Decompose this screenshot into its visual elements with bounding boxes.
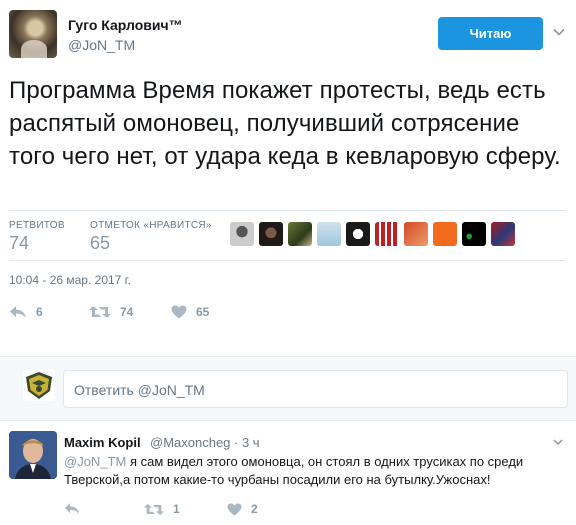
retweet-icon [89, 305, 111, 319]
liker-avatar[interactable] [230, 222, 254, 246]
chevron-down-icon[interactable] [552, 25, 566, 39]
retweet-icon [144, 503, 164, 516]
author-handle[interactable]: @JoN_TM [68, 37, 135, 53]
heart-icon [171, 305, 187, 319]
liker-avatar[interactable] [491, 222, 515, 246]
divider [9, 210, 566, 211]
like-action[interactable]: 2 [227, 502, 258, 516]
liker-avatar[interactable] [404, 222, 428, 246]
retweet-count: 1 [173, 502, 180, 516]
reply-author-name[interactable]: Maxim Kopil [64, 435, 141, 450]
tweet-timestamp[interactable]: 10:04 - 26 мар. 2017 г. [9, 273, 131, 287]
liker-avatar[interactable] [462, 222, 486, 246]
likes-label: ОТМЕТОК «НРАВИТСЯ» [90, 220, 212, 231]
likes-count[interactable]: 65 [90, 233, 110, 254]
like-count: 2 [251, 502, 258, 516]
reply-author-avatar[interactable] [9, 431, 57, 479]
divider [9, 260, 566, 261]
retweet-action[interactable]: 74 [89, 305, 133, 319]
liker-avatar[interactable] [346, 222, 370, 246]
retweets-label: РЕТВИТОВ [9, 220, 65, 231]
reply-author-handle[interactable]: @Maxoncheg [150, 435, 230, 450]
liker-avatar[interactable] [317, 222, 341, 246]
liker-avatar[interactable] [375, 222, 399, 246]
current-user-avatar[interactable] [23, 369, 55, 401]
liker-avatar[interactable] [433, 222, 457, 246]
like-count: 65 [196, 305, 210, 319]
chevron-down-icon[interactable] [552, 435, 564, 447]
liker-avatars [230, 222, 515, 246]
author-avatar[interactable] [9, 10, 57, 58]
reply-count: 6 [36, 305, 43, 319]
liker-avatar[interactable] [259, 222, 283, 246]
reply-input[interactable]: Ответить @JoN_TM [63, 370, 568, 408]
reply-text: @JoN_TM я сам видел этого омоновца, он с… [64, 453, 564, 489]
retweet-count: 74 [120, 305, 134, 319]
liker-avatar[interactable] [288, 222, 312, 246]
retweets-count[interactable]: 74 [9, 233, 29, 254]
retweet-action[interactable]: 1 [144, 502, 180, 516]
tweet-text: Программа Время покажет протесты, ведь е… [9, 77, 561, 170]
heart-icon [227, 502, 242, 516]
reply-action[interactable] [64, 502, 89, 515]
reply-action[interactable]: 6 [9, 305, 43, 319]
reply-time[interactable]: · 3 ч [234, 435, 260, 450]
reply-icon [64, 502, 80, 515]
reply-body: я сам видел этого омоновца, он стоял в о… [64, 454, 524, 487]
reply-icon [9, 305, 27, 319]
reply-composer: Ответить @JoN_TM [0, 356, 576, 421]
reply-tweet: Maxim Kopil @Maxoncheg · 3 ч @JoN_TM я с… [0, 421, 576, 525]
like-action[interactable]: 65 [171, 305, 209, 319]
author-name[interactable]: Гуго Карлович™ [68, 17, 183, 33]
reply-mention[interactable]: @JoN_TM [64, 454, 126, 469]
follow-button[interactable]: Читаю [438, 17, 543, 50]
